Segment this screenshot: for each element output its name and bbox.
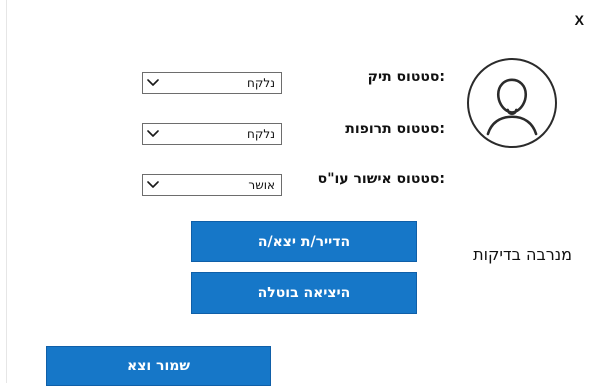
window-left-border <box>6 0 7 383</box>
save-and-exit-button[interactable]: שמור וצא <box>46 346 271 386</box>
case-status-label: סטטוס תיק: <box>367 69 445 85</box>
departure-cancelled-button[interactable]: היציאה בוטלה <box>191 272 417 314</box>
close-label: X <box>574 12 584 28</box>
close-button[interactable]: X <box>575 12 584 28</box>
social-worker-approval-label: סטטוס אישור עו"ס: <box>317 171 445 187</box>
save-and-exit-label: שמור וצא <box>127 358 190 374</box>
case-status-value: נלקח <box>247 76 275 90</box>
social-worker-approval-select[interactable]: אושר <box>142 174 282 196</box>
social-worker-approval-value: אושר <box>248 178 275 192</box>
chevron-down-icon <box>146 178 160 192</box>
avatar <box>467 58 557 148</box>
medication-status-select[interactable]: נלקח <box>142 123 282 145</box>
chevron-down-icon <box>146 76 160 90</box>
case-status-select[interactable]: נלקח <box>142 72 282 94</box>
resident-departed-label: הדייר/ת יצא/ה <box>257 233 351 250</box>
user-avatar-icon <box>469 60 555 146</box>
medication-status-label: סטטוס תרופות: <box>345 121 445 137</box>
resident-departed-button[interactable]: הדייר/ת יצא/ה <box>191 221 417 262</box>
patient-name: מנרבה בדיקות <box>473 245 572 264</box>
departure-cancelled-label: היציאה בוטלה <box>257 285 351 301</box>
medication-status-value: נלקח <box>247 127 275 141</box>
chevron-down-icon <box>146 127 160 141</box>
